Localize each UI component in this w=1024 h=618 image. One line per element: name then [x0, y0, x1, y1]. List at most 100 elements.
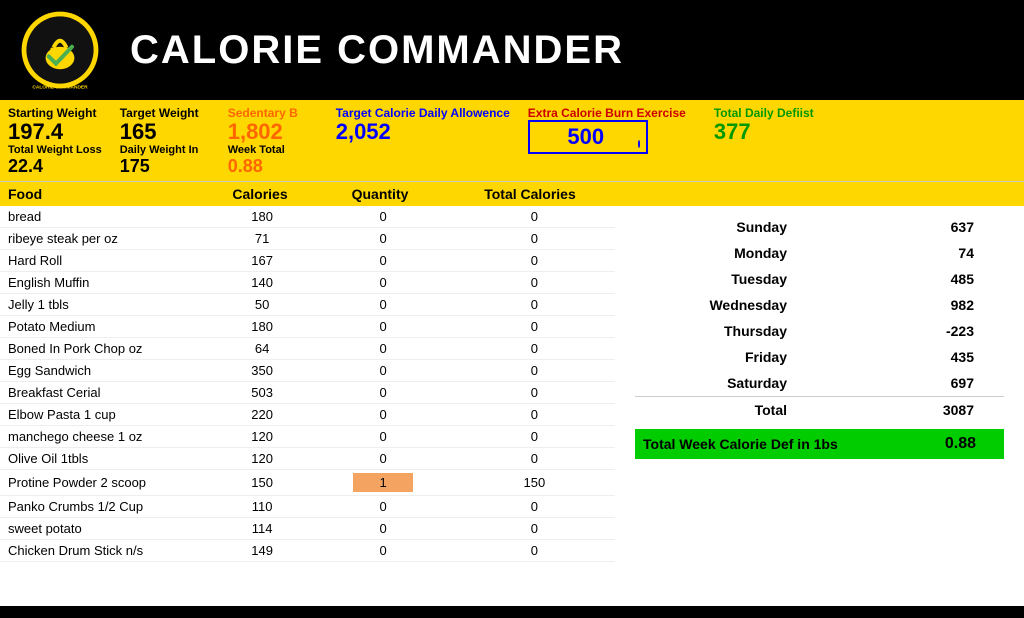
weekly-row: Monday 74 [635, 240, 1004, 266]
day-name: Tuesday [635, 266, 795, 292]
food-name: Protine Powder 2 scoop [0, 470, 212, 496]
slider-dot [638, 140, 640, 148]
target-calorie-value: 2,052 [336, 120, 391, 144]
col-header-total: Total Calories [450, 186, 610, 202]
starting-weight-value: 197.4 [8, 120, 63, 144]
weekly-total-row: Total 3087 [635, 397, 1004, 424]
food-row: Breakfast Cerial 503 0 0 [0, 382, 615, 404]
food-name: Breakfast Cerial [0, 382, 212, 404]
food-name: Panko Crumbs 1/2 Cup [0, 496, 212, 518]
column-headers: Food Calories Quantity Total Calories [0, 181, 1024, 206]
starting-weight-block: Starting Weight 197.4 Total Weight Loss … [8, 106, 102, 177]
food-calories: 167 [212, 250, 313, 272]
food-name: manchego cheese 1 oz [0, 426, 212, 448]
food-total: 0 [454, 338, 615, 360]
food-quantity[interactable]: 1 [313, 470, 454, 496]
extra-burn-label: Extra Calorie Burn Exercise [528, 106, 686, 120]
food-name: Egg Sandwich [0, 360, 212, 382]
day-name: Sunday [635, 214, 795, 240]
quantity-highlight[interactable]: 1 [353, 473, 413, 492]
main-content: bread 180 0 0 ribeye steak per oz 71 0 0… [0, 206, 1024, 606]
stats-row: Starting Weight 197.4 Total Weight Loss … [0, 100, 1024, 181]
app-title: CALORIE COMMANDER [130, 28, 624, 73]
total-weight-loss-value: 22.4 [8, 156, 43, 177]
food-calories: 503 [212, 382, 313, 404]
food-quantity: 0 [313, 518, 454, 540]
exercise-input-wrapper[interactable] [528, 120, 648, 154]
food-quantity: 0 [313, 206, 454, 228]
food-quantity: 0 [313, 250, 454, 272]
food-calories: 114 [212, 518, 313, 540]
food-row: Hard Roll 167 0 0 [0, 250, 615, 272]
food-quantity: 0 [313, 426, 454, 448]
food-name: Elbow Pasta 1 cup [0, 404, 212, 426]
week-def-label: Total Week Calorie Def in 1bs [643, 436, 838, 452]
food-quantity: 0 [313, 496, 454, 518]
food-total: 0 [454, 228, 615, 250]
food-name: Olive Oil 1tbls [0, 448, 212, 470]
food-name: sweet potato [0, 518, 212, 540]
food-row: Panko Crumbs 1/2 Cup 110 0 0 [0, 496, 615, 518]
weekly-row: Tuesday 485 [635, 266, 1004, 292]
food-row: Boned In Pork Chop oz 64 0 0 [0, 338, 615, 360]
total-weight-loss-label: Total Weight Loss [8, 144, 102, 156]
target-weight-block: Target Weight 165 Daily Weight In 175 [120, 106, 210, 177]
food-calories: 50 [212, 294, 313, 316]
food-calories: 120 [212, 426, 313, 448]
food-quantity: 0 [313, 404, 454, 426]
weekly-total-value: 3087 [795, 397, 1004, 424]
week-total-label: Week Total [228, 144, 285, 156]
food-total: 0 [454, 518, 615, 540]
food-quantity: 0 [313, 316, 454, 338]
food-total: 150 [454, 470, 615, 496]
day-value: 637 [795, 214, 1004, 240]
food-total: 0 [454, 540, 615, 562]
sedentary-value: 1,802 [228, 120, 283, 144]
food-name: bread [0, 206, 212, 228]
food-total: 0 [454, 404, 615, 426]
target-calorie-block: Target Calorie Daily Allowence 2,052 [336, 106, 510, 144]
food-total: 0 [454, 294, 615, 316]
week-total-value: 0.88 [228, 156, 263, 177]
food-name: Potato Medium [0, 316, 212, 338]
exercise-input[interactable] [536, 124, 636, 150]
food-row: ribeye steak per oz 71 0 0 [0, 228, 615, 250]
food-quantity: 0 [313, 338, 454, 360]
weekly-row: Saturday 697 [635, 370, 1004, 397]
food-total: 0 [454, 448, 615, 470]
food-quantity: 0 [313, 272, 454, 294]
food-table: bread 180 0 0 ribeye steak per oz 71 0 0… [0, 206, 615, 606]
header: CALORIE COMMANDER CALORIE COMMANDER [0, 0, 1024, 100]
food-total: 0 [454, 496, 615, 518]
food-quantity: 0 [313, 382, 454, 404]
day-value: 697 [795, 370, 1004, 397]
target-calorie-label: Target Calorie Daily Allowence [336, 106, 510, 120]
food-total: 0 [454, 426, 615, 448]
food-calories: 120 [212, 448, 313, 470]
food-quantity: 0 [313, 294, 454, 316]
food-row: bread 180 0 0 [0, 206, 615, 228]
weekly-row: Thursday -223 [635, 318, 1004, 344]
food-quantity: 0 [313, 540, 454, 562]
col-header-food: Food [0, 186, 210, 202]
food-row: Elbow Pasta 1 cup 220 0 0 [0, 404, 615, 426]
food-quantity: 0 [313, 228, 454, 250]
day-name: Friday [635, 344, 795, 370]
food-name: ribeye steak per oz [0, 228, 212, 250]
total-week-def: Total Week Calorie Def in 1bs 0.88 [635, 429, 1004, 459]
food-row: English Muffin 140 0 0 [0, 272, 615, 294]
food-calories: 180 [212, 206, 313, 228]
sedentary-block: Sedentary B 1,802 Week Total 0.88 [228, 106, 318, 177]
svg-text:CALORIE COMMANDER: CALORIE COMMANDER [32, 84, 88, 90]
food-items-table: bread 180 0 0 ribeye steak per oz 71 0 0… [0, 206, 615, 562]
food-quantity: 0 [313, 448, 454, 470]
weekly-total-label: Total [635, 397, 795, 424]
food-calories: 71 [212, 228, 313, 250]
food-name: Chicken Drum Stick n/s [0, 540, 212, 562]
food-row: sweet potato 114 0 0 [0, 518, 615, 540]
app-logo: CALORIE COMMANDER [20, 10, 100, 90]
col-header-calories: Calories [210, 186, 310, 202]
starting-weight-label: Starting Weight [8, 106, 96, 120]
daily-weight-label: Daily Weight In [120, 144, 199, 156]
food-calories: 180 [212, 316, 313, 338]
